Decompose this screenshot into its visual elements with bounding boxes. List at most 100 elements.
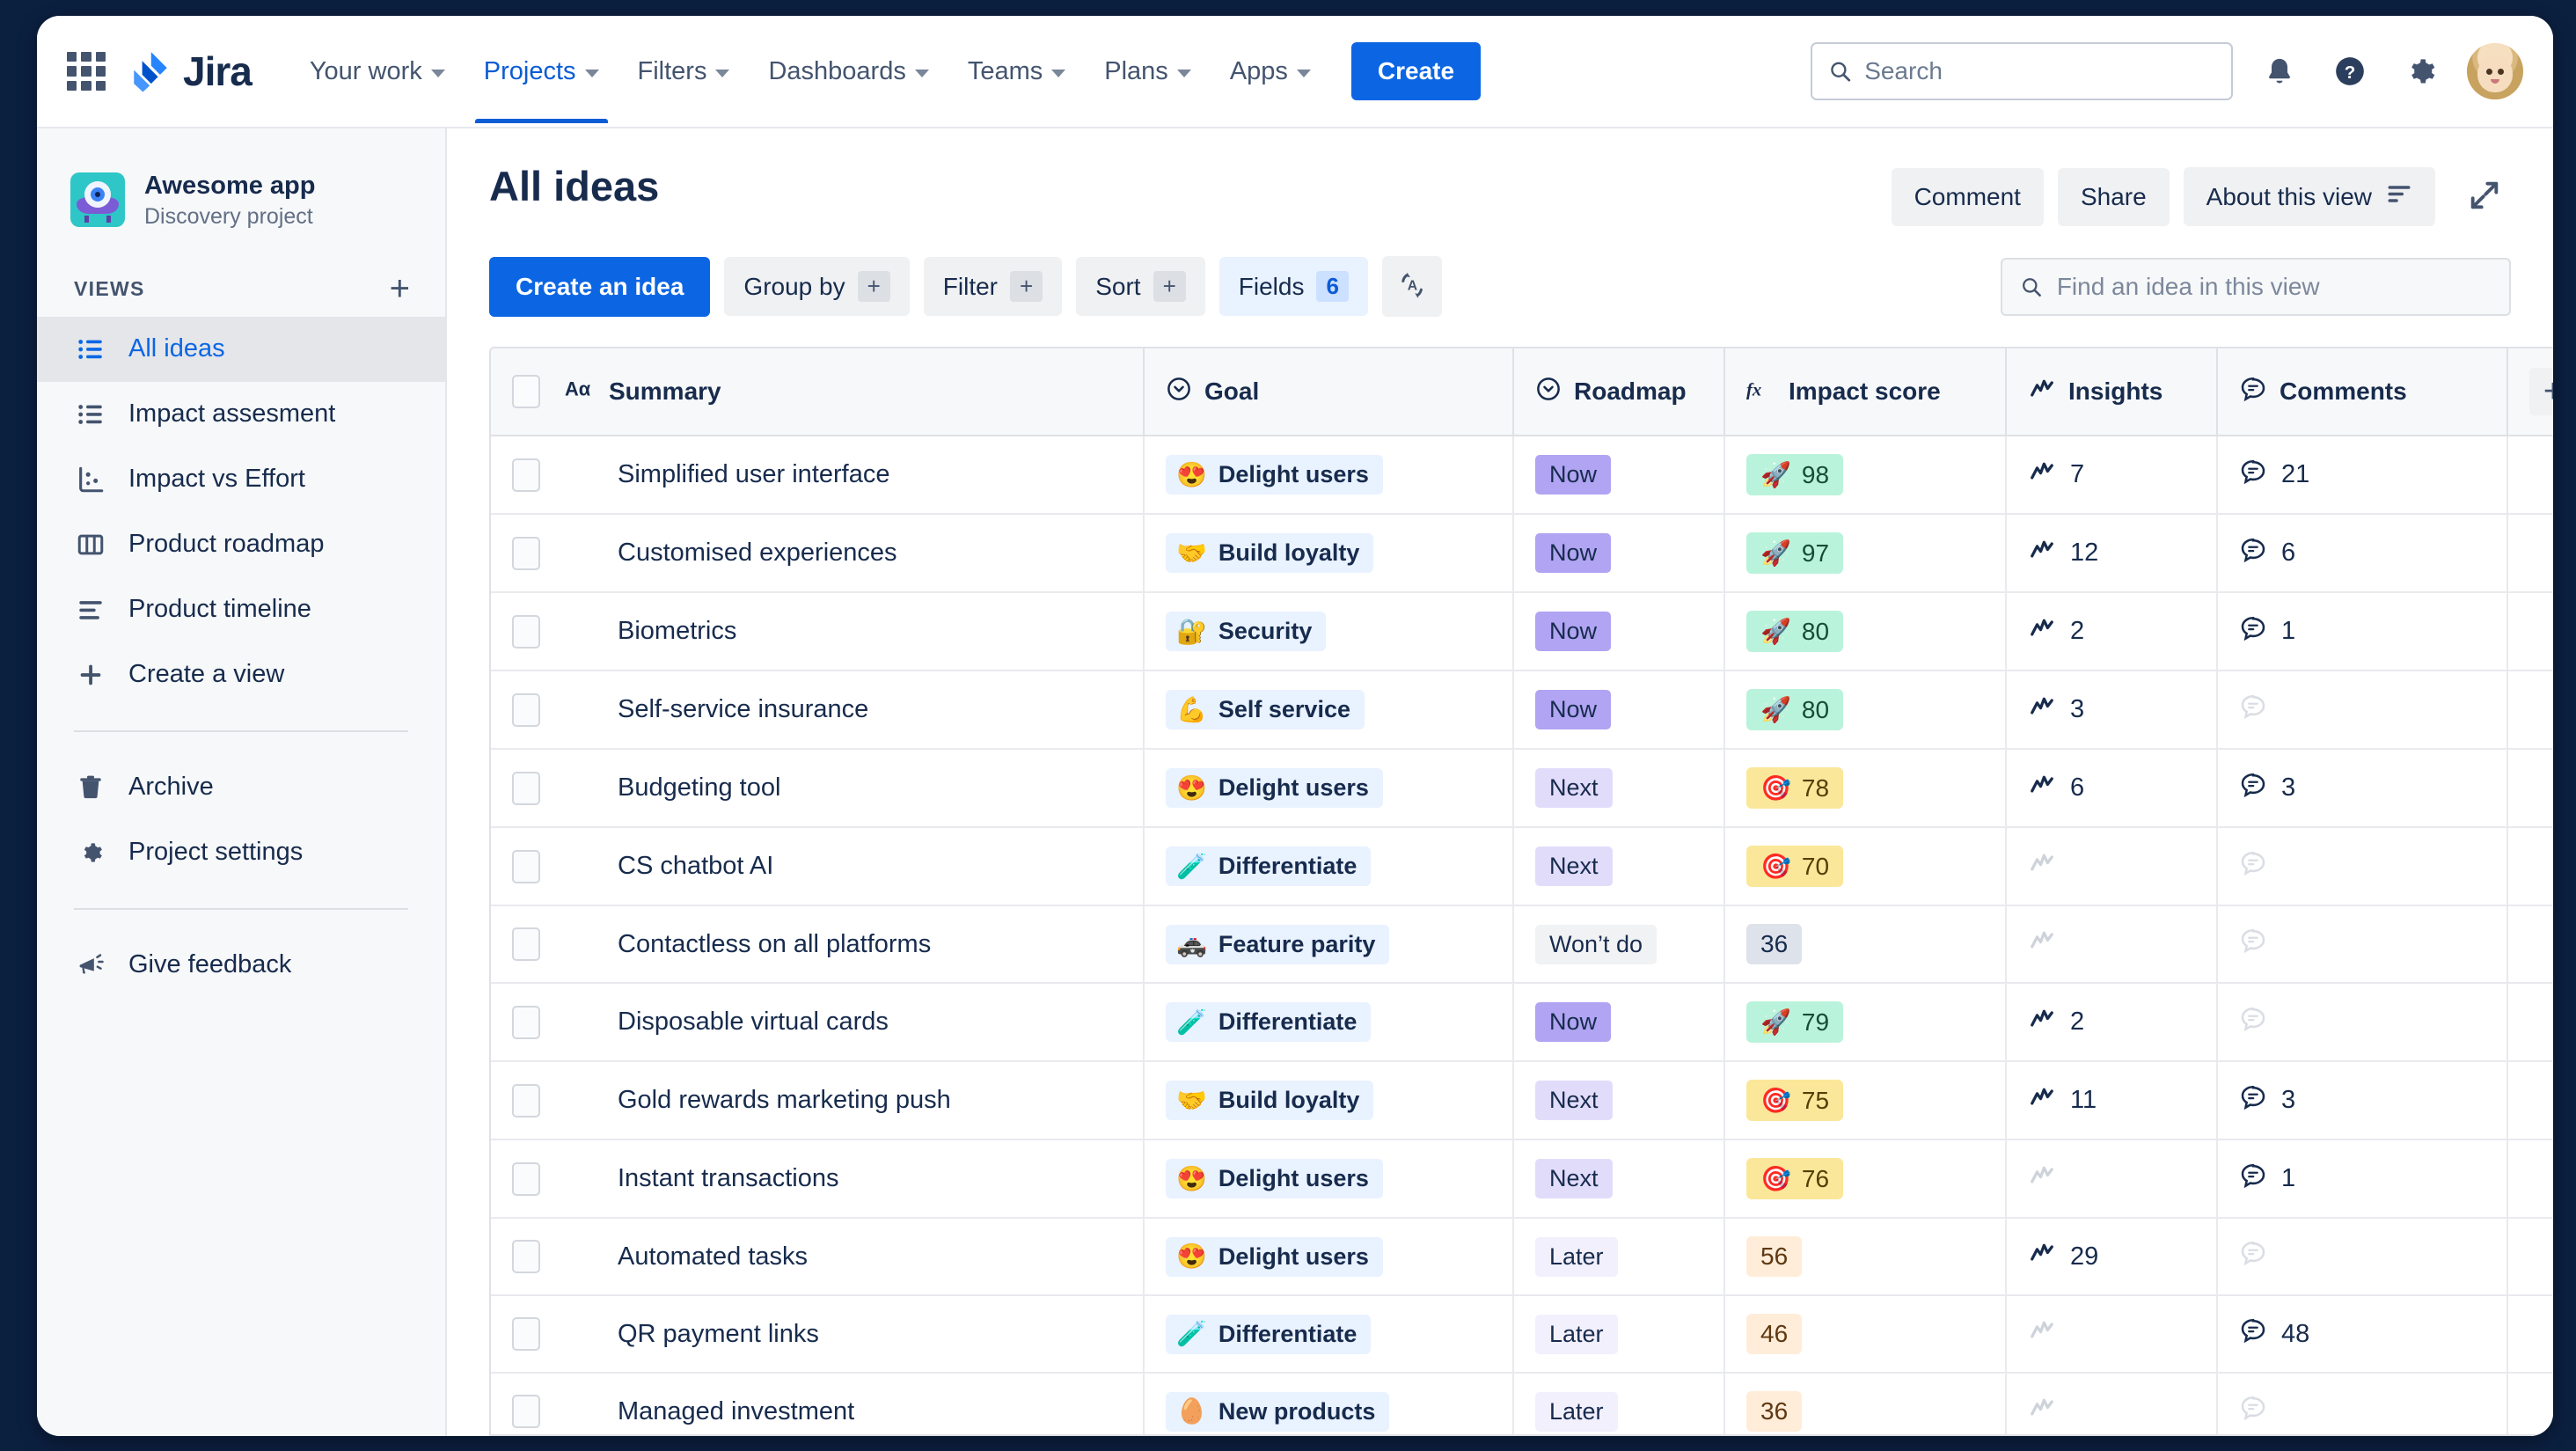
nav-item-projects[interactable]: Projects bbox=[465, 20, 618, 123]
cell-comments[interactable] bbox=[2217, 1218, 2508, 1296]
nav-item-apps[interactable]: Apps bbox=[1211, 20, 1330, 123]
row-select-cell[interactable] bbox=[491, 514, 596, 593]
cell-goal[interactable]: 🔐 Security bbox=[1144, 592, 1514, 671]
cell-impact-score[interactable]: 🚀 97 bbox=[1724, 514, 2007, 593]
add-column-header[interactable]: + bbox=[2507, 348, 2553, 436]
table-row[interactable]: QR payment links 🧪 Differentiate Later 46… bbox=[491, 1295, 2553, 1374]
row-select-cell[interactable] bbox=[491, 1295, 596, 1374]
cell-insights[interactable]: 2 bbox=[2006, 983, 2218, 1062]
cell-impact-score[interactable]: 🎯 78 bbox=[1724, 749, 2007, 828]
cell-comments[interactable]: 3 bbox=[2217, 1061, 2508, 1140]
cell-impact-score[interactable]: 56 bbox=[1724, 1218, 2007, 1296]
cell-roadmap[interactable]: Next bbox=[1513, 749, 1725, 828]
create-button[interactable]: Create bbox=[1350, 42, 1482, 100]
find-idea-input[interactable] bbox=[2056, 272, 2492, 301]
notifications-bell-icon[interactable] bbox=[2256, 48, 2303, 95]
cell-roadmap[interactable]: Later bbox=[1513, 1218, 1725, 1296]
row-checkbox[interactable] bbox=[512, 458, 540, 492]
table-row[interactable]: Biometrics 🔐 Security Now 🚀 80 2 1 bbox=[491, 592, 2553, 671]
cell-roadmap[interactable]: Next bbox=[1513, 827, 1725, 906]
global-search[interactable] bbox=[1811, 42, 2233, 100]
cell-goal[interactable]: 🧪 Differentiate bbox=[1144, 983, 1514, 1062]
cell-comments[interactable]: 3 bbox=[2217, 749, 2508, 828]
row-checkbox[interactable] bbox=[512, 1005, 540, 1039]
row-select-cell[interactable] bbox=[491, 983, 596, 1062]
cell-summary[interactable]: Budgeting tool bbox=[596, 749, 1145, 828]
table-row[interactable]: Simplified user interface 😍 Delight users… bbox=[491, 436, 2553, 515]
sidebar-item-project-settings[interactable]: Project settings bbox=[37, 820, 445, 885]
cell-impact-score[interactable]: 🎯 76 bbox=[1724, 1140, 2007, 1219]
cell-comments[interactable]: 6 bbox=[2217, 514, 2508, 593]
table-row[interactable]: Automated tasks 😍 Delight users Later 56 … bbox=[491, 1218, 2553, 1296]
cell-goal[interactable]: 🚓 Feature parity bbox=[1144, 905, 1514, 984]
cell-comments[interactable] bbox=[2217, 671, 2508, 750]
user-avatar[interactable] bbox=[2467, 43, 2523, 99]
cell-impact-score[interactable]: 🎯 70 bbox=[1724, 827, 2007, 906]
cell-comments[interactable] bbox=[2217, 905, 2508, 984]
column-header-insights-main[interactable]: Insights bbox=[2006, 348, 2218, 436]
cell-insights[interactable] bbox=[2006, 1373, 2218, 1434]
create-an-idea-button[interactable]: Create an idea bbox=[489, 256, 711, 317]
cell-summary[interactable]: Instant transactions bbox=[596, 1140, 1145, 1219]
sidebar-item-product-timeline[interactable]: Product timeline bbox=[37, 577, 445, 642]
nav-item-teams[interactable]: Teams bbox=[948, 20, 1085, 123]
table-row[interactable]: Budgeting tool 😍 Delight users Next 🎯 78 6… bbox=[491, 749, 2553, 828]
column-header-roadmap-main[interactable]: Roadmap bbox=[1513, 348, 1725, 436]
comment-button[interactable]: Comment bbox=[1891, 167, 2044, 226]
auto-sort-button[interactable]: A bbox=[1381, 256, 1442, 317]
sort-button[interactable]: Sort + bbox=[1076, 257, 1205, 316]
cell-goal[interactable]: 🧪 Differentiate bbox=[1144, 827, 1514, 906]
app-switcher-icon[interactable] bbox=[67, 52, 106, 91]
cell-insights[interactable]: 7 bbox=[2006, 436, 2218, 515]
cell-comments[interactable]: 21 bbox=[2217, 436, 2508, 515]
cell-goal[interactable]: 🥚 New products bbox=[1144, 1373, 1514, 1434]
row-checkbox[interactable] bbox=[512, 693, 540, 727]
select-all-checkbox[interactable] bbox=[512, 375, 540, 408]
table-row[interactable]: Contactless on all platforms 🚓 Feature pa… bbox=[491, 905, 2553, 984]
nav-item-dashboards[interactable]: Dashboards bbox=[749, 20, 948, 123]
cell-impact-score[interactable]: 36 bbox=[1724, 905, 2007, 984]
cell-insights[interactable]: 6 bbox=[2006, 749, 2218, 828]
cell-impact-score[interactable]: 🚀 98 bbox=[1724, 436, 2007, 515]
table-row[interactable]: CS chatbot AI 🧪 Differentiate Next 🎯 70 bbox=[491, 827, 2553, 906]
row-checkbox[interactable] bbox=[512, 849, 540, 883]
row-checkbox[interactable] bbox=[512, 1395, 540, 1428]
fields-button[interactable]: Fields 6 bbox=[1218, 257, 1368, 316]
cell-insights[interactable] bbox=[2006, 1140, 2218, 1219]
cell-summary[interactable]: Contactless on all platforms bbox=[596, 905, 1145, 984]
share-button[interactable]: Share bbox=[2057, 167, 2170, 226]
row-checkbox[interactable] bbox=[512, 1240, 540, 1273]
cell-comments[interactable]: 48 bbox=[2217, 1295, 2508, 1374]
expand-view-button[interactable] bbox=[2458, 169, 2511, 224]
cell-roadmap[interactable]: Later bbox=[1513, 1295, 1725, 1374]
cell-goal[interactable]: 😍 Delight users bbox=[1144, 1140, 1514, 1219]
cell-comments[interactable]: 1 bbox=[2217, 592, 2508, 671]
cell-roadmap[interactable]: Later bbox=[1513, 1373, 1725, 1434]
cell-summary[interactable]: Self-service insurance bbox=[596, 671, 1145, 750]
row-select-cell[interactable] bbox=[491, 1061, 596, 1140]
row-checkbox[interactable] bbox=[512, 1317, 540, 1351]
group-by-button[interactable]: Group by + bbox=[724, 257, 910, 316]
about-this-view-button[interactable]: About this view bbox=[2183, 167, 2435, 226]
row-select-cell[interactable] bbox=[491, 1140, 596, 1219]
row-checkbox[interactable] bbox=[512, 927, 540, 961]
row-checkbox[interactable] bbox=[512, 614, 540, 649]
cell-roadmap[interactable]: Now bbox=[1513, 514, 1725, 593]
cell-insights[interactable]: 12 bbox=[2006, 514, 2218, 593]
cell-goal[interactable]: 🧪 Differentiate bbox=[1144, 1295, 1514, 1374]
column-header-goal-main[interactable]: Goal bbox=[1144, 348, 1514, 436]
cell-comments[interactable] bbox=[2217, 827, 2508, 906]
cell-roadmap[interactable]: Now bbox=[1513, 592, 1725, 671]
cell-summary[interactable]: Customised experiences bbox=[596, 514, 1145, 593]
jira-logo[interactable]: Jira bbox=[128, 48, 252, 95]
cell-summary[interactable]: Gold rewards marketing push bbox=[596, 1061, 1145, 1140]
nav-item-filters[interactable]: Filters bbox=[618, 20, 750, 123]
filter-button[interactable]: Filter + bbox=[923, 257, 1063, 316]
table-row[interactable]: Disposable virtual cards 🧪 Differentiate … bbox=[491, 983, 2553, 1062]
row-checkbox[interactable] bbox=[512, 536, 540, 570]
cell-roadmap[interactable]: Next bbox=[1513, 1140, 1725, 1219]
cell-impact-score[interactable]: 🎯 75 bbox=[1724, 1061, 2007, 1140]
cell-summary[interactable]: QR payment links bbox=[596, 1295, 1145, 1374]
cell-goal[interactable]: 😍 Delight users bbox=[1144, 749, 1514, 828]
table-row[interactable]: Gold rewards marketing push 🤝 Build loyal… bbox=[491, 1061, 2553, 1140]
